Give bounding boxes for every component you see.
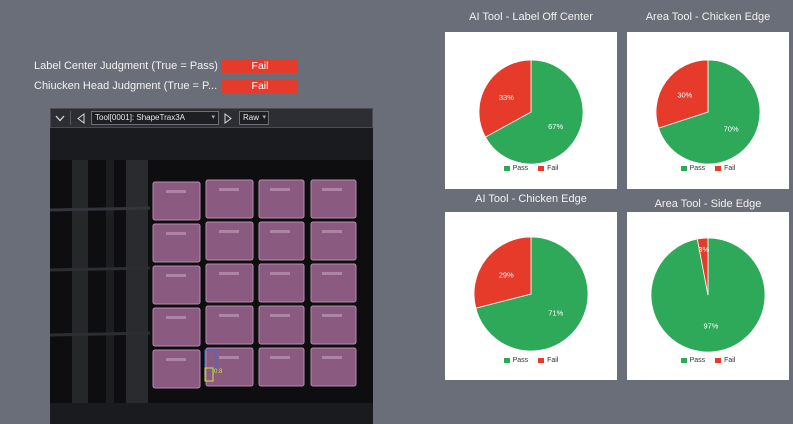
pie-label-pass: 70%	[724, 124, 739, 133]
pie-label-pass: 97%	[703, 322, 718, 331]
legend-label: Pass	[512, 357, 529, 364]
legend-swatch	[680, 358, 687, 363]
legend-swatch	[538, 358, 545, 363]
legend-item-pass: Pass	[503, 165, 529, 172]
chart-title: AI Tool - Label Off Center	[469, 11, 593, 23]
legend-item-fail: Fail	[538, 165, 558, 172]
legend-swatch	[503, 166, 510, 171]
chart-title: AI Tool - Chicken Edge	[475, 193, 587, 205]
tool-select[interactable]: Tool[0001]: ShapeTrax3A ▾	[91, 111, 219, 125]
chart-legend: Pass Fail	[445, 357, 617, 364]
legend-item-fail: Fail	[538, 357, 558, 364]
legend-label: Fail	[547, 165, 559, 172]
chart-legend: Pass Fail	[627, 357, 789, 364]
judgment-row: Label Center Judgment (True = Pass) Fail	[34, 59, 298, 73]
dropdown-caret-icon: ▾	[211, 114, 215, 121]
pie-label-fail: 29%	[499, 270, 514, 279]
legend-label: Fail	[724, 357, 736, 364]
previous-tool-icon[interactable]	[72, 109, 90, 127]
pie-chart-card: 97% 3% Pass Fail	[627, 212, 789, 380]
judgment-label: Label Center Judgment (True = Pass)	[34, 60, 218, 72]
legend-label: Pass	[512, 165, 529, 172]
pie-chart: 97% 3%	[650, 237, 766, 353]
pie-chart-card: 67% 33% Pass Fail	[445, 32, 617, 189]
legend-swatch	[503, 358, 510, 363]
legend-label: Fail	[547, 357, 559, 364]
pie-label-pass: 71%	[548, 309, 563, 318]
camera-image[interactable]: 0.8	[50, 160, 373, 403]
image-viewer: Tool[0001]: ShapeTrax3A ▾ Raw ▾ 0.8	[50, 108, 373, 424]
pie-label-fail: 33%	[499, 93, 514, 102]
legend-label: Pass	[689, 357, 706, 364]
legend-swatch	[680, 166, 687, 171]
chart-title: Area Tool - Chicken Edge	[645, 11, 771, 23]
chart-legend: Pass Fail	[445, 165, 617, 172]
pie-label-fail: 3%	[698, 245, 709, 254]
legend-item-pass: Pass	[680, 165, 706, 172]
judgment-row: Chiucken Head Judgment (True = P... Fail	[34, 79, 298, 93]
dropdown-caret-icon: ▾	[262, 114, 266, 121]
status-badge: Fail	[222, 79, 298, 93]
pie-label-pass: 67%	[548, 122, 563, 131]
legend-item-pass: Pass	[680, 357, 706, 364]
divider	[70, 111, 71, 125]
legend-item-pass: Pass	[503, 357, 529, 364]
judgment-label: Chiucken Head Judgment (True = P...	[34, 80, 218, 92]
detection-score: 0.8	[214, 369, 223, 375]
viewer-toolbar: Tool[0001]: ShapeTrax3A ▾ Raw ▾	[50, 108, 373, 128]
legend-label: Pass	[689, 165, 706, 172]
view-mode-select[interactable]: Raw ▾	[239, 111, 269, 125]
pie-label-fail: 30%	[677, 91, 692, 100]
tool-select-value: Tool[0001]: ShapeTrax3A	[95, 113, 185, 122]
chart-title: Area Tool - Side Edge	[654, 198, 762, 210]
pie-chart-card: 71% 29% Pass Fail	[445, 212, 617, 380]
status-badge: Fail	[222, 59, 298, 73]
next-tool-icon[interactable]	[219, 109, 237, 127]
chart-legend: Pass Fail	[627, 165, 789, 172]
legend-swatch	[715, 358, 722, 363]
chevron-down-icon[interactable]	[51, 109, 69, 127]
view-mode-value: Raw	[243, 113, 260, 122]
pie-chart-card: 70% 30% Pass Fail	[627, 32, 789, 189]
legend-item-fail: Fail	[715, 165, 735, 172]
pie-chart: 71% 29%	[473, 236, 589, 352]
legend-swatch	[538, 166, 545, 171]
legend-item-fail: Fail	[715, 357, 735, 364]
legend-label: Fail	[724, 165, 736, 172]
legend-swatch	[715, 166, 722, 171]
